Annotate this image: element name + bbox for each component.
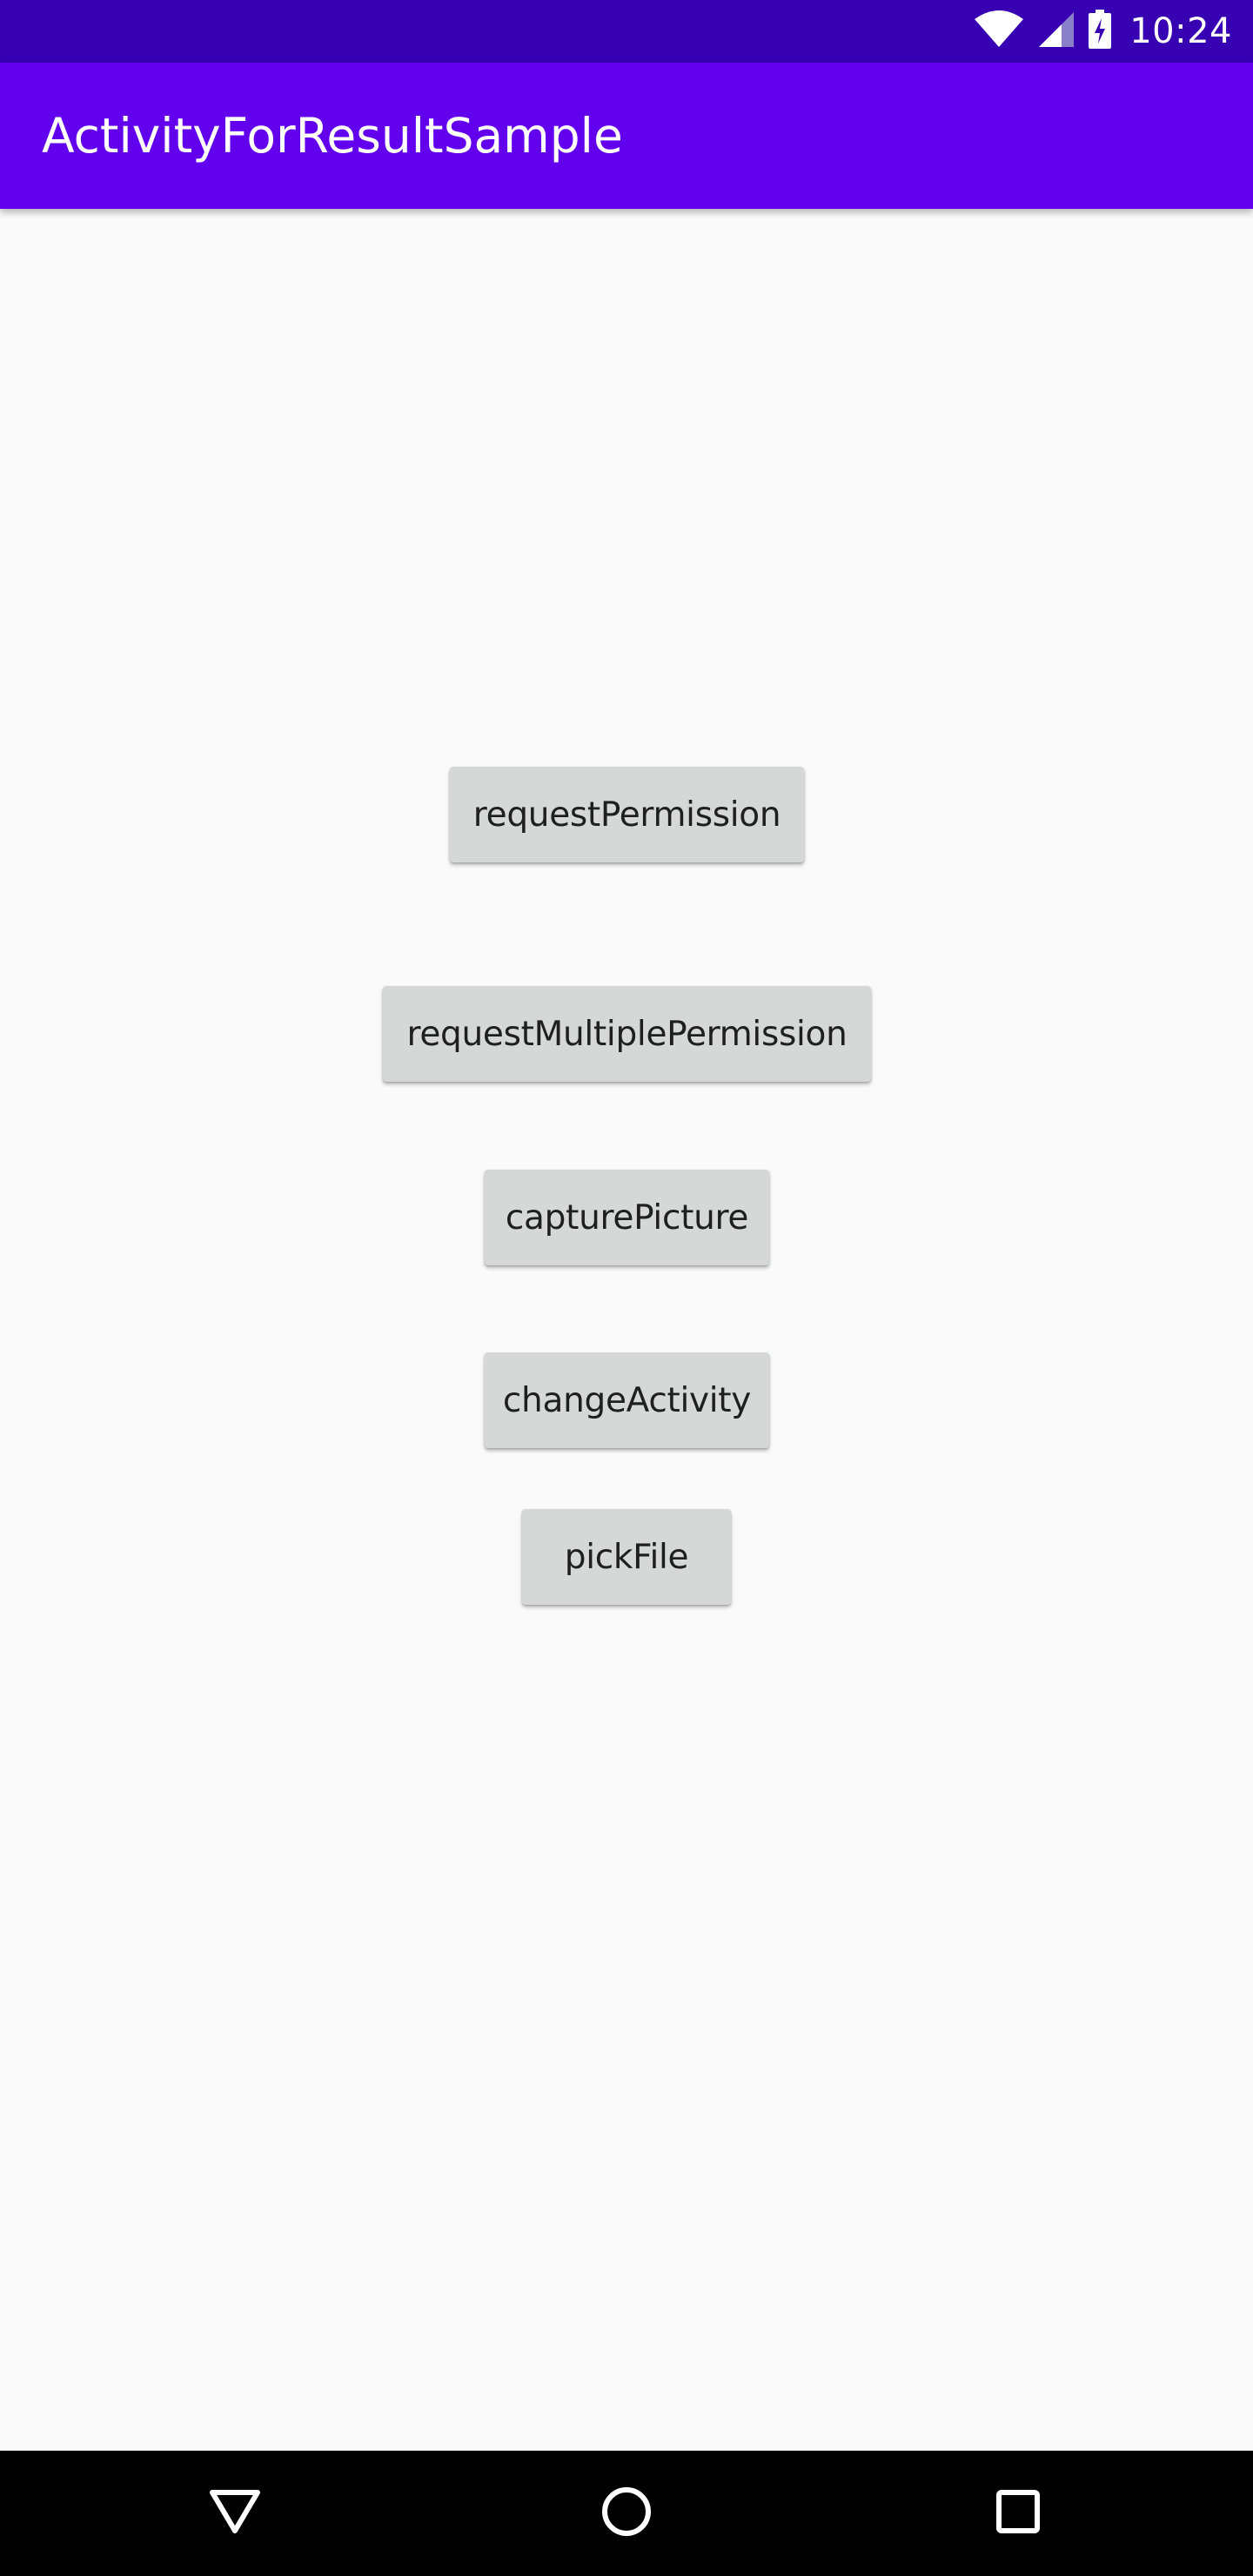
request-permission-button[interactable]: requestPermission bbox=[450, 767, 804, 862]
request-multiple-permission-button[interactable]: requestMultiplePermission bbox=[383, 986, 871, 1082]
app-bar: ActivityForResultSample bbox=[0, 63, 1253, 209]
back-icon bbox=[209, 2489, 261, 2538]
app-screen: 10:24 ActivityForResultSample requestPer… bbox=[0, 0, 1253, 2576]
recents-icon bbox=[995, 2489, 1041, 2538]
wifi-icon bbox=[973, 10, 1025, 52]
status-bar: 10:24 bbox=[0, 0, 1253, 63]
home-icon bbox=[601, 2486, 652, 2540]
signal-icon bbox=[1037, 10, 1075, 52]
app-title: ActivityForResultSample bbox=[42, 108, 623, 164]
back-button[interactable] bbox=[191, 2470, 278, 2557]
navigation-bar bbox=[0, 2451, 1253, 2576]
capture-picture-button[interactable]: capturePicture bbox=[485, 1170, 769, 1265]
change-activity-button[interactable]: changeActivity bbox=[485, 1352, 769, 1448]
recents-button[interactable] bbox=[975, 2470, 1062, 2557]
status-icons: 10:24 bbox=[973, 0, 1232, 63]
battery-charging-icon bbox=[1088, 10, 1112, 53]
home-button[interactable] bbox=[583, 2470, 670, 2557]
status-time: 10:24 bbox=[1129, 11, 1232, 51]
pick-file-button[interactable]: pickFile bbox=[522, 1509, 731, 1605]
